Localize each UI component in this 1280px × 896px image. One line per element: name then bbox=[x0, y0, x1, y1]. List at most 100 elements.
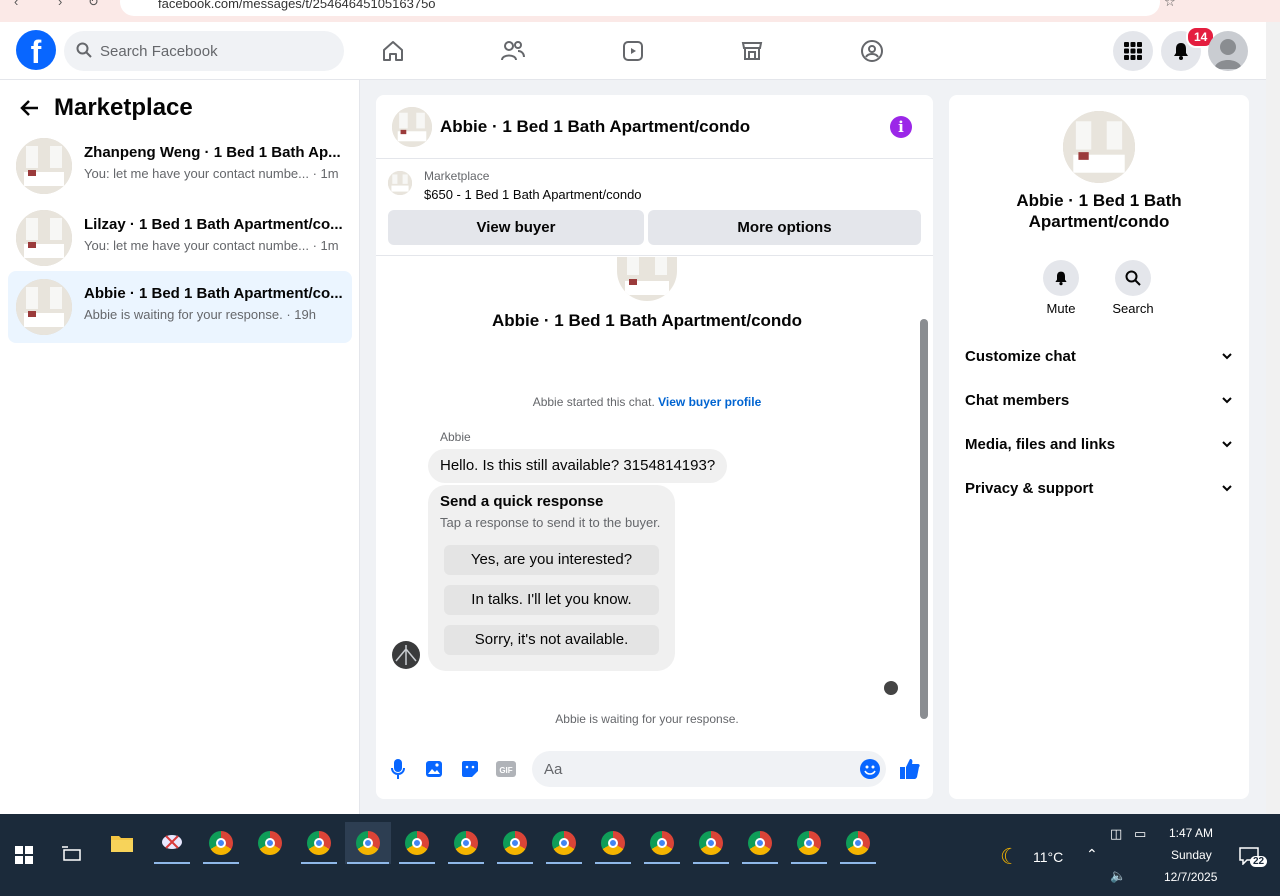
home-icon[interactable] bbox=[378, 36, 408, 66]
chrome-profile-icon[interactable] bbox=[446, 822, 486, 864]
chevron-down-icon bbox=[1222, 397, 1232, 404]
chrome-profile-icon[interactable] bbox=[397, 822, 437, 864]
svg-text:GIF: GIF bbox=[499, 766, 512, 775]
address-bar[interactable]: facebook.com/messages/t/2546464510516375… bbox=[120, 0, 1160, 16]
facebook-logo[interactable]: f bbox=[16, 30, 56, 70]
chrome-profile-icon[interactable] bbox=[789, 822, 829, 864]
weather-temperature[interactable]: 11°C bbox=[1033, 849, 1063, 865]
message-input-field[interactable] bbox=[532, 751, 886, 787]
clock-day[interactable]: Sunday bbox=[1171, 848, 1212, 862]
conversation-item[interactable]: Zhanpeng Weng · 1 Bed 1 Bath Ap... You: … bbox=[8, 130, 352, 202]
facebook-header: f 14 bbox=[0, 22, 1266, 80]
media-files-links-section[interactable]: Media, files and links bbox=[965, 436, 1233, 460]
forward-arrow-icon[interactable]: › bbox=[58, 0, 62, 9]
back-arrow-icon[interactable] bbox=[20, 98, 40, 118]
chevron-up-icon[interactable]: ⌃ bbox=[1086, 846, 1098, 863]
network-icon[interactable]: ▭ bbox=[1134, 826, 1146, 842]
weather-moon-icon[interactable]: ☾ bbox=[1000, 844, 1020, 870]
quick-response-title: Send a quick response bbox=[440, 493, 604, 510]
photo-icon[interactable] bbox=[422, 757, 446, 781]
chevron-down-icon bbox=[1222, 441, 1232, 448]
search-icon bbox=[76, 42, 92, 58]
message-thread: Abbie · 1 Bed 1 Bath Apartment/condo Abb… bbox=[376, 257, 933, 739]
meet-now-icon[interactable]: ◫ bbox=[1110, 826, 1122, 842]
chat-scrollbar-thumb[interactable] bbox=[920, 319, 928, 719]
chat-members-section[interactable]: Chat members bbox=[965, 392, 1233, 416]
menu-grid-icon[interactable] bbox=[1113, 31, 1153, 71]
chat-header: Abbie · 1 Bed 1 Bath Apartment/condo i bbox=[376, 95, 933, 159]
gif-icon[interactable]: GIF bbox=[494, 757, 518, 781]
chrome-icon[interactable] bbox=[250, 822, 290, 864]
message-bubble[interactable]: Hello. Is this still available? 31548141… bbox=[428, 449, 728, 483]
chrome-profile-icon[interactable] bbox=[691, 822, 731, 864]
chat-details-avatar bbox=[1063, 111, 1135, 183]
chrome-profile-icon-active[interactable] bbox=[345, 822, 391, 864]
sticker-icon[interactable] bbox=[458, 757, 482, 781]
privacy-support-section[interactable]: Privacy & support bbox=[965, 480, 1233, 504]
sender-avatar[interactable] bbox=[392, 641, 420, 669]
bookmark-star-icon[interactable]: ☆ bbox=[1164, 0, 1176, 10]
snipping-tool-icon[interactable] bbox=[152, 822, 192, 864]
quick-response-option[interactable]: Sorry, it's not available. bbox=[444, 625, 659, 655]
thumbs-up-icon[interactable] bbox=[898, 757, 922, 781]
conversation-item[interactable]: Lilzay · 1 Bed 1 Bath Apartment/co... Yo… bbox=[8, 202, 352, 274]
groups-icon[interactable] bbox=[857, 36, 887, 66]
chrome-profile-icon[interactable] bbox=[593, 822, 633, 864]
chrome-profile-icon[interactable] bbox=[201, 822, 241, 864]
conversation-name: Lilzay · 1 Bed 1 Bath Apartment/co... bbox=[84, 216, 343, 233]
back-arrow-icon[interactable]: ‹ bbox=[14, 0, 18, 9]
view-buyer-profile-link[interactable]: View buyer profile bbox=[658, 395, 761, 409]
video-icon[interactable] bbox=[618, 36, 648, 66]
clock-date[interactable]: 12/7/2025 bbox=[1164, 870, 1217, 884]
chat-header-name[interactable]: Abbie · 1 Bed 1 Bath Apartment/condo bbox=[440, 117, 750, 137]
quick-response-option[interactable]: Yes, are you interested? bbox=[444, 545, 659, 575]
chat-header-thumbnail[interactable] bbox=[392, 107, 432, 147]
marketplace-header: Marketplace bbox=[20, 94, 193, 122]
clock-time[interactable]: 1:47 AM bbox=[1169, 826, 1213, 840]
chrome-profile-icon[interactable] bbox=[495, 822, 535, 864]
notification-center-count: 22 bbox=[1250, 856, 1268, 867]
mute-button[interactable] bbox=[1043, 260, 1079, 296]
listing-thumbnail bbox=[16, 279, 72, 335]
task-view-icon[interactable] bbox=[52, 834, 92, 876]
view-buyer-button[interactable]: View buyer bbox=[388, 210, 644, 245]
message-composer: GIF bbox=[376, 749, 933, 789]
volume-icon[interactable]: 🔈 bbox=[1110, 868, 1126, 884]
conversation-snippet: You: let me have your contact numbe... ·… bbox=[84, 166, 339, 181]
chrome-profile-icon[interactable] bbox=[544, 822, 584, 864]
listing-thumbnail bbox=[388, 171, 412, 195]
chrome-profile-icon[interactable] bbox=[740, 822, 780, 864]
message-input[interactable] bbox=[544, 751, 844, 787]
search-label: Search bbox=[1112, 301, 1154, 316]
page-scrollbar[interactable] bbox=[1266, 22, 1280, 814]
customize-chat-section[interactable]: Customize chat bbox=[965, 348, 1233, 372]
search-bar[interactable] bbox=[64, 31, 344, 71]
file-explorer-icon[interactable] bbox=[102, 822, 142, 864]
chrome-profile-icon[interactable] bbox=[642, 822, 682, 864]
notification-center-icon[interactable]: 22 bbox=[1234, 844, 1268, 868]
chrome-profile-icon[interactable] bbox=[299, 822, 339, 864]
friends-icon[interactable] bbox=[498, 36, 528, 66]
windows-taskbar: ☾ 11°C ⌃ ◫ ▭ 🔈 1:47 AM Sunday 12/7/2025 … bbox=[0, 814, 1280, 896]
chat-started-text: Abbie started this chat. bbox=[532, 395, 655, 409]
section-label: Media, files and links bbox=[965, 436, 1116, 453]
section-label: Chat members bbox=[965, 392, 1070, 409]
windows-start-icon[interactable] bbox=[4, 834, 44, 876]
chevron-down-icon bbox=[1222, 485, 1232, 492]
quick-response-option[interactable]: In talks. I'll let you know. bbox=[444, 585, 659, 615]
listing-title[interactable]: $650 - 1 Bed 1 Bath Apartment/condo bbox=[424, 187, 642, 202]
marketplace-icon[interactable] bbox=[737, 36, 767, 66]
chat-scrollbar[interactable] bbox=[918, 257, 930, 731]
listing-thumbnail bbox=[16, 210, 72, 266]
search-in-chat-button[interactable] bbox=[1115, 260, 1151, 296]
reload-icon[interactable]: ↻ bbox=[88, 0, 99, 10]
info-icon[interactable]: i bbox=[890, 116, 912, 138]
microphone-icon[interactable] bbox=[386, 757, 410, 781]
more-options-button[interactable]: More options bbox=[648, 210, 921, 245]
profile-avatar[interactable] bbox=[1208, 31, 1248, 71]
marketplace-label: Marketplace bbox=[424, 169, 490, 183]
chrome-profile-icon[interactable] bbox=[838, 822, 878, 864]
search-input[interactable] bbox=[100, 31, 330, 71]
emoji-icon[interactable] bbox=[860, 759, 880, 779]
conversation-item-active[interactable]: Abbie · 1 Bed 1 Bath Apartment/co... Abb… bbox=[8, 271, 352, 343]
